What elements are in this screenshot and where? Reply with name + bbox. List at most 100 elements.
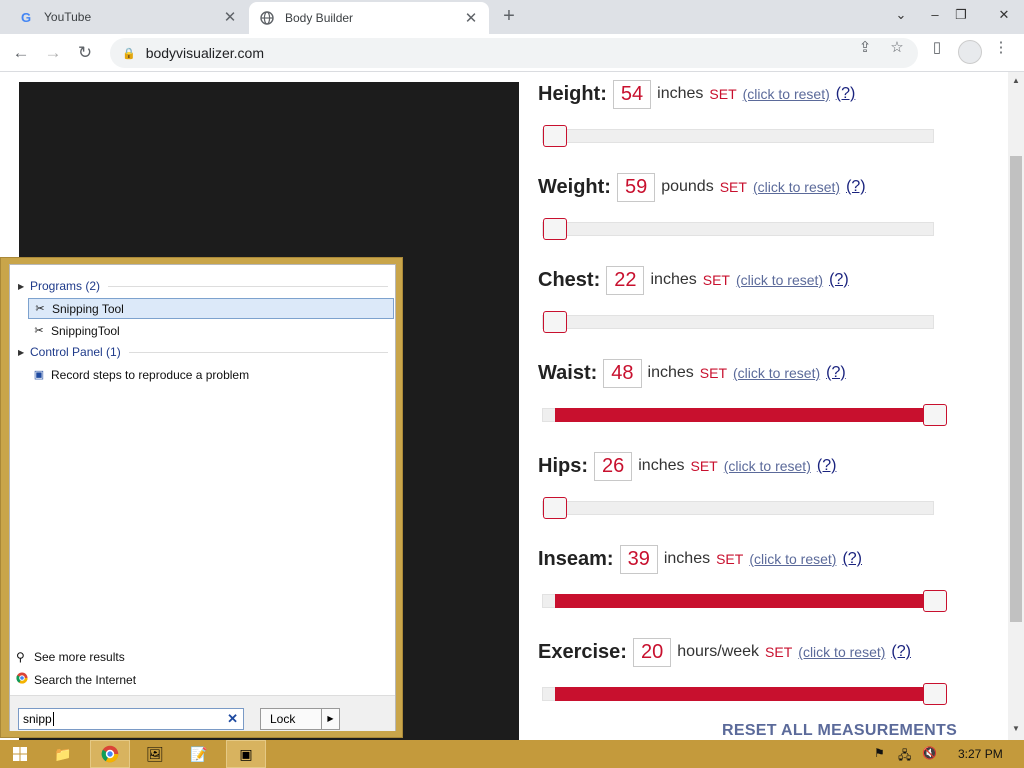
help-link[interactable]: (?) bbox=[846, 178, 866, 196]
chest-slider[interactable] bbox=[542, 311, 934, 333]
file-explorer-icon[interactable]: 📁 bbox=[46, 740, 80, 768]
set-indicator: SET bbox=[719, 179, 747, 195]
slider-handle[interactable] bbox=[923, 404, 947, 426]
result-record-steps[interactable]: ▣ Record steps to reproduce a problem bbox=[28, 364, 394, 385]
measurement-unit: inches bbox=[657, 85, 704, 102]
avatar[interactable] bbox=[958, 40, 982, 64]
measurement-value-input[interactable]: 48 bbox=[603, 358, 642, 388]
reset-link[interactable]: (click to reset) bbox=[749, 551, 836, 567]
search-internet-link[interactable]: Search the Internet bbox=[16, 672, 136, 687]
tab-youtube[interactable]: G YouTube ✕ bbox=[8, 0, 248, 34]
help-link[interactable]: (?) bbox=[891, 643, 911, 661]
reset-link[interactable]: (click to reset) bbox=[753, 179, 840, 195]
result-snippingtool[interactable]: ✂ SnippingTool bbox=[28, 320, 394, 341]
slider-handle[interactable] bbox=[923, 590, 947, 612]
slider-handle[interactable] bbox=[543, 497, 567, 519]
scroll-thumb[interactable] bbox=[1010, 156, 1022, 622]
close-window-button[interactable]: ✕ bbox=[984, 0, 1024, 30]
taskbar: 📁 🖼 📝 ▣ ⚑ 🖧 🔇 bbox=[0, 740, 1024, 768]
steps-recorder-icon: ▣ bbox=[33, 369, 45, 381]
measurement-label: Inseam: bbox=[538, 547, 614, 570]
share-icon[interactable]: ⇪ bbox=[854, 38, 876, 56]
measurement-value-input[interactable]: 54 bbox=[612, 79, 652, 109]
set-indicator: SET bbox=[765, 644, 793, 660]
hips-slider[interactable] bbox=[542, 497, 934, 519]
scroll-up-icon[interactable]: ▲ bbox=[1011, 76, 1021, 85]
scissors-icon: ✂ bbox=[35, 303, 45, 315]
measurement-row-inseam: Inseam: 39 inches SET (click to reset) (?) bbox=[538, 542, 862, 576]
sidebar-icon[interactable]: ▯ bbox=[926, 38, 948, 56]
start-button[interactable] bbox=[6, 740, 34, 768]
help-link[interactable]: (?) bbox=[842, 550, 862, 568]
notepad-icon[interactable]: 📝 bbox=[182, 740, 216, 768]
measurement-unit: pounds bbox=[661, 178, 714, 195]
measurement-unit: inches bbox=[663, 550, 711, 567]
help-link[interactable]: (?) bbox=[826, 364, 846, 382]
set-indicator: SET bbox=[716, 551, 744, 567]
reset-link[interactable]: (click to reset) bbox=[736, 272, 823, 288]
result-label: SnippingTool bbox=[51, 323, 120, 338]
taskbar-clock[interactable]: 3:27 PM bbox=[958, 747, 1003, 761]
reset-all-button[interactable]: RESET ALL MEASUREMENTS bbox=[722, 722, 957, 740]
start-search-input[interactable]: snipp ✕ bbox=[18, 708, 244, 730]
tab-title: Body Builder bbox=[285, 11, 354, 25]
close-icon[interactable]: ✕ bbox=[463, 9, 479, 27]
slider-handle[interactable] bbox=[543, 311, 567, 333]
slider-handle[interactable] bbox=[543, 218, 567, 240]
slider-handle[interactable] bbox=[543, 125, 567, 147]
measurement-value-input[interactable]: 39 bbox=[619, 544, 658, 574]
photos-icon[interactable]: 🖼 bbox=[138, 740, 172, 768]
power-options-arrow-icon[interactable]: ▶ bbox=[321, 709, 339, 729]
lock-button[interactable]: Lock ▶ bbox=[260, 708, 340, 730]
scrollbar[interactable]: ▲ ▼ bbox=[1008, 72, 1024, 740]
control-panel-header[interactable]: ▶ Control Panel (1) bbox=[18, 345, 388, 359]
see-more-results-link[interactable]: ⚲ See more results bbox=[16, 650, 125, 664]
clear-search-icon[interactable]: ✕ bbox=[227, 711, 238, 727]
reset-link[interactable]: (click to reset) bbox=[798, 644, 885, 660]
reload-icon[interactable]: ↻ bbox=[72, 40, 98, 66]
programs-header[interactable]: ▶ Programs (2) bbox=[18, 279, 388, 293]
restore-button[interactable]: ❐ bbox=[944, 0, 978, 30]
measurement-value-input[interactable]: 59 bbox=[616, 172, 656, 202]
measurement-value-input[interactable]: 26 bbox=[594, 451, 633, 481]
inseam-slider[interactable] bbox=[542, 590, 947, 612]
exercise-slider[interactable] bbox=[542, 683, 947, 705]
measurement-row-chest: Chest: 22 inches SET (click to reset) (?) bbox=[538, 263, 849, 297]
help-link[interactable]: (?) bbox=[836, 85, 856, 103]
result-snipping-tool[interactable]: ✂ Snipping Tool bbox=[28, 298, 394, 319]
back-icon[interactable]: ← bbox=[8, 40, 34, 66]
expand-icon: ▶ bbox=[18, 281, 25, 291]
volume-muted-icon[interactable]: 🔇 bbox=[922, 746, 937, 760]
star-icon[interactable]: ☆ bbox=[886, 38, 908, 56]
waist-slider[interactable] bbox=[542, 404, 947, 426]
chevron-down-icon[interactable]: ⌄ bbox=[884, 0, 918, 30]
measurement-unit: inches bbox=[650, 271, 697, 288]
action-center-icon[interactable]: ⚑ bbox=[874, 746, 885, 760]
scroll-down-icon[interactable]: ▼ bbox=[1011, 724, 1021, 733]
reset-link[interactable]: (click to reset) bbox=[724, 458, 811, 474]
chrome-icon bbox=[16, 672, 30, 687]
forward-icon[interactable]: → bbox=[40, 40, 66, 66]
help-link[interactable]: (?) bbox=[829, 271, 849, 289]
tab-body-builder[interactable]: Body Builder ✕ bbox=[249, 2, 489, 34]
measurement-value-input[interactable]: 22 bbox=[606, 265, 645, 295]
weight-slider[interactable] bbox=[542, 218, 934, 240]
reset-link[interactable]: (click to reset) bbox=[733, 365, 820, 381]
close-icon[interactable]: ✕ bbox=[222, 8, 238, 26]
address-bar[interactable]: 🔒 bodyvisualizer.com bbox=[110, 38, 918, 68]
help-link[interactable]: (?) bbox=[817, 457, 837, 475]
new-tab-button[interactable]: + bbox=[498, 5, 520, 27]
measurement-row-exercise: Exercise: 20 hours/week SET (click to reset)… bbox=[538, 635, 911, 669]
start-menu-footer: snipp ✕ Lock ▶ bbox=[10, 695, 395, 731]
slider-handle[interactable] bbox=[923, 683, 947, 705]
measurement-value-input[interactable]: 20 bbox=[632, 637, 672, 667]
menu-icon[interactable]: ⋮ bbox=[990, 38, 1012, 56]
steps-recorder-taskbar-icon[interactable]: ▣ bbox=[226, 740, 266, 768]
scissors-icon: ✂ bbox=[34, 325, 44, 337]
set-indicator: SET bbox=[690, 458, 718, 474]
lock-icon: 🔒 bbox=[122, 47, 136, 60]
chrome-taskbar-icon[interactable] bbox=[90, 740, 130, 768]
height-slider[interactable] bbox=[542, 125, 934, 147]
network-icon[interactable]: 🖧 bbox=[898, 746, 911, 767]
reset-link[interactable]: (click to reset) bbox=[743, 86, 830, 102]
